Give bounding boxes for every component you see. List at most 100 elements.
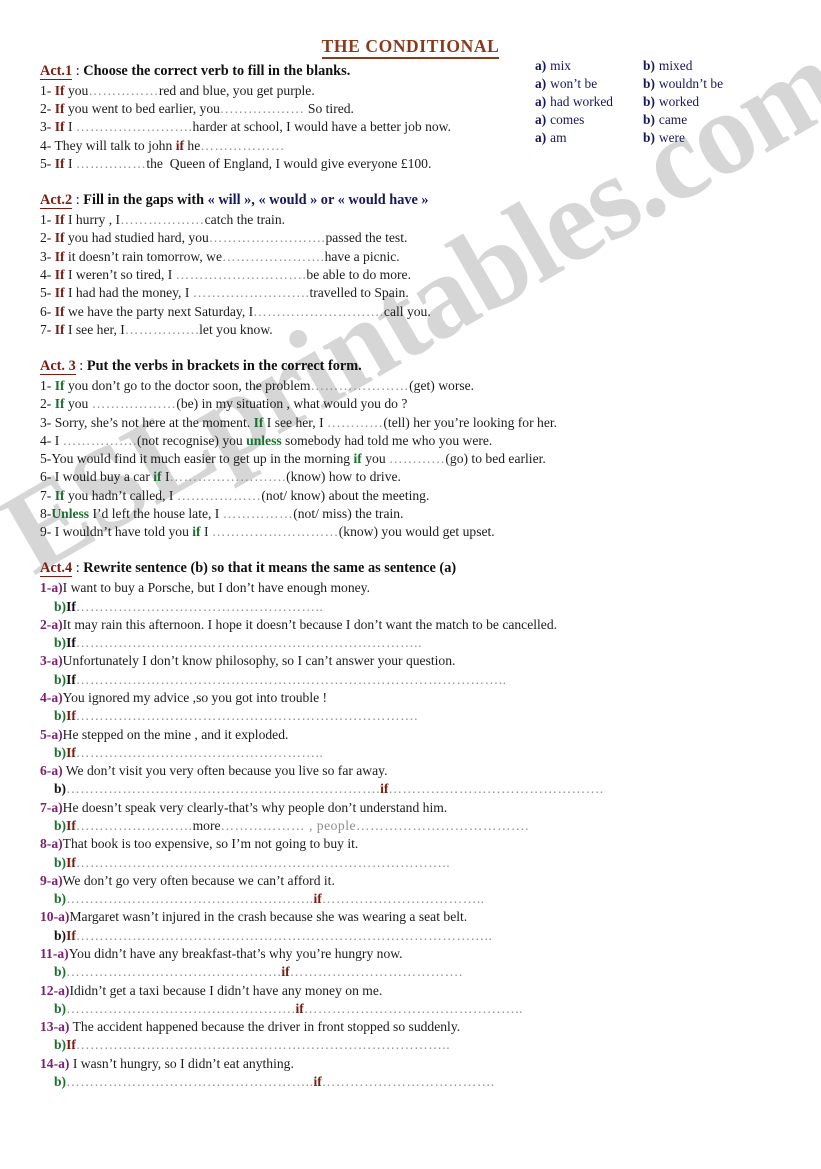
item-number: 5- — [40, 285, 55, 301]
act3-item: 1- If you don’t go to the doctor soon, t… — [0, 377, 821, 395]
item-text-a: That book is too expensive, so I’m not g… — [62, 836, 359, 852]
blank-dots: ……………. — [124, 321, 200, 337]
act1-colon: : — [72, 63, 84, 79]
item-text-pre: he — [184, 137, 201, 153]
section-act1: Act.1 : Choose the correct verb to fill … — [0, 57, 821, 173]
item-text-a: We don’t go very often because we can’t … — [62, 872, 335, 888]
item-number: 2- — [40, 101, 55, 117]
keyword-if: If — [54, 303, 65, 319]
item-number: 4- — [40, 266, 55, 282]
act4-item-b: b)If…………………………………………….. — [0, 598, 821, 616]
option-a[interactable]: a) mix — [535, 57, 643, 75]
act1-instruction: Choose the correct verb to fill in the b… — [83, 63, 351, 79]
keyword-if: If — [66, 818, 76, 833]
item-text: you hadn’t called, I — [64, 487, 177, 503]
blank-dots-2: ………………………………. — [289, 964, 463, 980]
answer-label: b) — [54, 744, 67, 760]
item-text: (not recognise) you — [137, 432, 247, 448]
keyword-if: If — [66, 635, 76, 651]
item-text: (know) how to drive. — [286, 469, 401, 485]
item-text-a: I wasn’t hungry, so I didn’t eat anythin… — [69, 1055, 294, 1071]
act4-items: 1-a)I want to buy a Porsche, but I don’t… — [0, 579, 821, 1091]
act4-item-b: b)If…………………………………………………………………….. — [0, 1036, 821, 1054]
act4-item-b: b)………………………………………………………….if…………………………………… — [0, 780, 821, 798]
keyword-conditional: If — [54, 377, 65, 393]
option-a-text: am — [550, 130, 567, 146]
act4-item-b: b)If…………………………………………………………………….. — [0, 854, 821, 872]
worksheet-content: THE CONDITIONAL Act.1 : Choose the corre… — [0, 0, 821, 1091]
item-text-a: Margaret wasn’t injured in the crash bec… — [69, 909, 468, 925]
item-number: 1- — [40, 82, 55, 98]
act2-tag: Act.2 — [40, 192, 73, 210]
option-a[interactable]: a) am — [535, 129, 643, 147]
option-b[interactable]: b) worked — [643, 93, 793, 111]
act2-instruction-navy: « will », « would » or « would have » — [207, 192, 429, 209]
blank-dots-2: ……………………………………….. — [303, 1000, 524, 1016]
option-b[interactable]: b) wouldn’t be — [643, 75, 793, 93]
act1-tag: Act.1 — [40, 63, 73, 80]
keyword-if: If — [66, 671, 76, 687]
item-text: 1- — [40, 377, 55, 393]
act3-heading: Act. 3 : Put the verbs in brackets in th… — [0, 352, 821, 377]
option-b-text: wouldn’t be — [658, 76, 724, 92]
option-a[interactable]: a) won’t be — [535, 75, 643, 93]
item-text: I’d left the house late, I — [89, 505, 223, 521]
act4-item-b: b)If…………………….more……………… , people……………………… — [0, 817, 821, 835]
keyword-if: If — [54, 119, 65, 135]
option-b-text: came — [658, 112, 688, 128]
act4-item-b: b)……………………………………………..if…………………………….. — [0, 890, 821, 908]
blank-dots: ……………… — [219, 101, 305, 117]
option-b[interactable]: b) were — [643, 129, 793, 147]
item-text: somebody had told me who you were. — [281, 432, 493, 448]
item-text-a: The accident happened because the driver… — [69, 1019, 461, 1035]
act4-instruction: Rewrite sentence (b) so that it means th… — [83, 560, 457, 577]
act1-option-row: a) had worked b) worked — [535, 93, 815, 111]
answer-label: b) — [54, 854, 67, 870]
blank-dots-1: ……………………………………………………………………………….. — [75, 671, 507, 687]
item-text: 2- — [40, 396, 55, 412]
answer-label: b) — [54, 781, 67, 797]
keyword-if: If — [54, 82, 65, 98]
option-a[interactable]: a) comes — [535, 111, 643, 129]
answer-label: b) — [54, 1000, 67, 1016]
item-text: 9- I wouldn’t have told you — [40, 524, 193, 540]
item-number: 14-a) — [40, 1055, 70, 1071]
answer-mid-text: more — [192, 818, 221, 833]
blank-dots: ……………. — [62, 432, 138, 448]
option-b-text: mixed — [658, 58, 693, 73]
item-text-a: You ignored my advice ,so you got into t… — [62, 690, 328, 706]
blank-dots: ……………………. — [75, 119, 193, 135]
item-text-a: We don’t visit you very often because yo… — [62, 763, 388, 779]
option-a[interactable]: a) had worked — [535, 93, 643, 111]
keyword-if: If — [54, 155, 65, 171]
answer-label: b) — [54, 964, 67, 980]
blank-dots: ………………… — [310, 377, 410, 393]
option-b-label: b) — [643, 112, 655, 128]
item-text: 6- I would buy a car — [40, 469, 154, 485]
act3-tag: Act. 3 — [40, 358, 76, 376]
act4-item-b: b)If…………………………………………………………………………….. — [0, 927, 821, 945]
keyword-if: If — [66, 708, 76, 724]
keyword-if: if — [281, 964, 290, 980]
blank-dots-1: …………………………………………………………………….. — [75, 854, 451, 870]
keyword-conditional: Unless — [51, 505, 90, 521]
item-text-pre: you went to bed earlier, you — [64, 101, 220, 117]
act3-colon: : — [75, 358, 87, 375]
item-number: 3- — [40, 119, 55, 135]
act4-item-a: 6-a) We don’t visit you very often becau… — [0, 762, 821, 780]
act4-item-a: 9-a)We don’t go very often because we ca… — [0, 872, 821, 890]
act4-item-a: 2-a)It may rain this afternoon. I hope i… — [0, 616, 821, 634]
option-a-label: a) — [535, 112, 547, 128]
answer-label: b) — [54, 635, 67, 651]
blank-dots: ……………………. — [208, 230, 326, 246]
item-text-pre: I had had the money, I — [64, 285, 193, 301]
item-text: (not/ know) about the meeting. — [261, 487, 430, 503]
blank-dots-1: ………………………………………………………………. — [75, 708, 419, 724]
item-text: (be) in my situation , what would you do… — [176, 396, 408, 412]
act1-item: 5- If I ……………the Queen of England, I wou… — [0, 155, 821, 173]
keyword-if: If — [66, 744, 76, 760]
option-b[interactable]: b) mixed — [643, 57, 793, 75]
item-number: 11-a) — [40, 945, 69, 961]
option-b[interactable]: b) came — [643, 111, 793, 129]
keyword-if: If — [54, 101, 65, 117]
